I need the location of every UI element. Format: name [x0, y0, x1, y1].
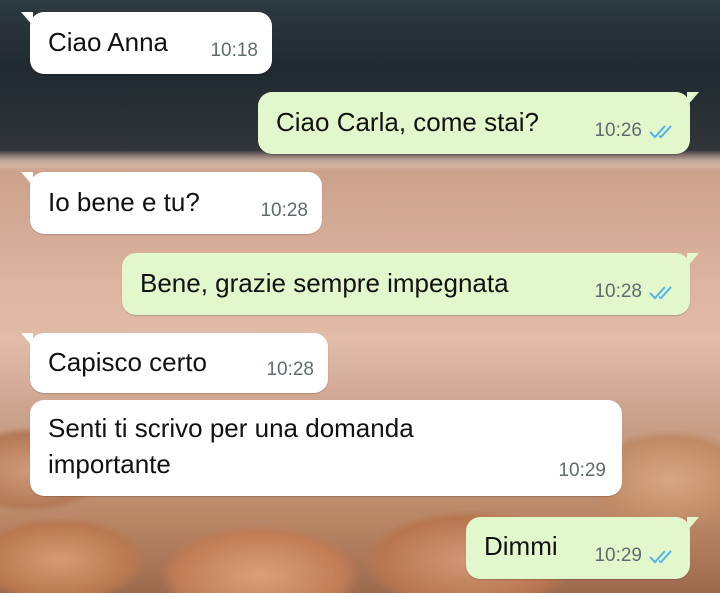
message-time: 10:28 [594, 281, 642, 302]
message-time: 10:26 [594, 120, 642, 141]
message-text: Ciao Anna [48, 27, 168, 57]
message-text-line1: Senti ti scrivo per una domanda [48, 413, 414, 443]
message-text: Io bene e tu? [48, 187, 200, 217]
double-check-icon [649, 286, 672, 300]
message-time: 10:28 [266, 359, 314, 380]
message-incoming[interactable]: Io bene e tu? 10:28 [21, 172, 322, 234]
message-text: Capisco certo [48, 347, 207, 377]
message-meta: 10:29 [594, 539, 676, 573]
message-incoming[interactable]: Capisco certo 10:28 [21, 333, 328, 393]
message-text: Dimmi [484, 531, 558, 561]
message-time: 10:29 [558, 460, 606, 481]
message-meta: 10:28 [594, 275, 676, 309]
message-time: 10:28 [260, 200, 308, 221]
message-outgoing[interactable]: Dimmi 10:29 [466, 517, 699, 579]
message-time: 10:29 [594, 545, 642, 566]
message-incoming[interactable]: Senti ti scrivo per una domanda importan… [30, 400, 622, 496]
message-outgoing[interactable]: Ciao Carla, come stai? 10:26 [258, 92, 699, 154]
message-text: Ciao Carla, come stai? [276, 107, 539, 137]
double-check-icon [649, 550, 672, 564]
message-outgoing[interactable]: Bene, grazie sempre impegnata 10:28 [122, 253, 699, 315]
message-text: Bene, grazie sempre impegnata [140, 268, 509, 298]
message-incoming[interactable]: Ciao Anna 10:18 [21, 12, 272, 74]
message-meta: 10:26 [594, 114, 676, 148]
message-text-line2: importante [48, 449, 171, 479]
message-time: 10:18 [210, 40, 258, 61]
double-check-icon [649, 125, 672, 139]
